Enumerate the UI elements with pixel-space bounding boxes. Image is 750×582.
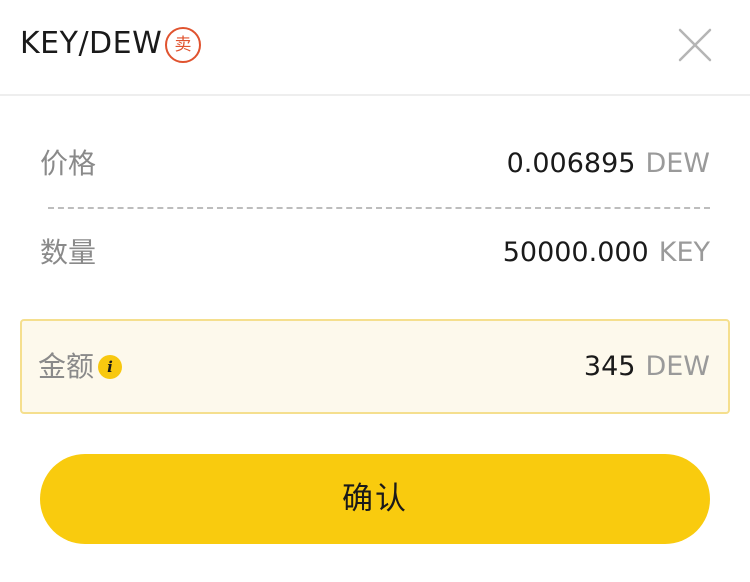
confirm-button[interactable]: 确认 bbox=[40, 454, 710, 544]
amount-unit: DEW bbox=[645, 351, 710, 382]
quantity-unit: KEY bbox=[658, 237, 710, 268]
price-label: 价格 bbox=[40, 147, 97, 180]
quantity-value: 50000.000 bbox=[502, 237, 649, 268]
close-icon bbox=[678, 28, 712, 62]
price-value: 0.006895 bbox=[506, 148, 636, 179]
sell-side-badge: 卖 bbox=[165, 27, 201, 63]
price-row: 价格 0.006895 DEW bbox=[40, 134, 710, 194]
trading-pair-title: KEY/DEW bbox=[20, 26, 163, 61]
price-value-group: 0.006895 DEW bbox=[507, 134, 710, 194]
close-button[interactable] bbox=[678, 28, 712, 62]
quantity-value-group: 50000.000 KEY bbox=[503, 223, 710, 283]
quantity-label: 数量 bbox=[40, 236, 97, 269]
info-icon[interactable]: i bbox=[98, 355, 122, 379]
price-unit: DEW bbox=[645, 148, 710, 179]
amount-value: 345 bbox=[583, 351, 636, 382]
order-confirm-sheet: KEY/DEW 卖 价格 0.006895 DEW 数量 50000.000 KEY… bbox=[0, 0, 750, 582]
amount-label: 金额 bbox=[38, 350, 95, 383]
amount-box: 金额 i 345 DEW bbox=[20, 319, 730, 414]
sheet-header: KEY/DEW 卖 bbox=[0, 0, 750, 96]
quantity-row: 数量 50000.000 KEY bbox=[40, 223, 710, 283]
amount-value-group: 345 DEW bbox=[584, 337, 710, 397]
dashed-divider bbox=[48, 207, 710, 209]
